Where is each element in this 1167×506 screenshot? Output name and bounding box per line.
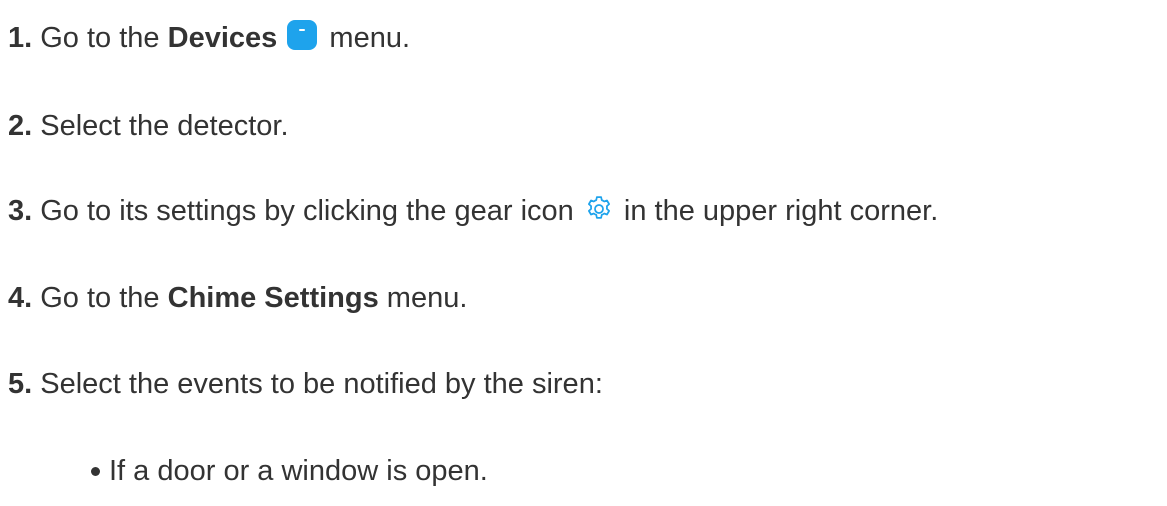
list-item: If a door or a window is open.: [84, 453, 488, 489]
step-1: 1. Go to the Devices menu.: [8, 20, 410, 56]
step-text: Select the events to be notified by the …: [40, 368, 603, 400]
step-text: Go to the: [40, 282, 160, 314]
step-2: 2. Select the detector.: [8, 108, 289, 144]
step-5: 5. Select the events to be notified by t…: [8, 366, 603, 402]
step-text: in the upper right corner.: [623, 195, 939, 227]
step-text: Go to the: [40, 22, 160, 54]
list-item-text: If a door or a window is open.: [109, 455, 488, 487]
step-3: 3. Go to its settings by clicking the ge…: [8, 193, 938, 229]
step-text: menu.: [329, 22, 411, 54]
step-4: 4. Go to the Chime Settings menu.: [8, 280, 467, 316]
step-text: menu.: [386, 282, 468, 314]
step-number: 3.: [8, 195, 33, 227]
devices-icon: [287, 20, 318, 50]
gear-icon: [587, 196, 610, 219]
step-text: Select the detector.: [40, 110, 289, 142]
step-number: 2.: [8, 110, 33, 142]
step-text: Go to its settings by clicking the gear …: [40, 195, 574, 227]
step-number: 4.: [8, 282, 33, 314]
chime-settings-menu-label: Chime Settings: [167, 282, 379, 314]
step-number: 5.: [8, 368, 33, 400]
step-number: 1.: [8, 22, 33, 54]
devices-menu-label: Devices: [167, 22, 278, 54]
